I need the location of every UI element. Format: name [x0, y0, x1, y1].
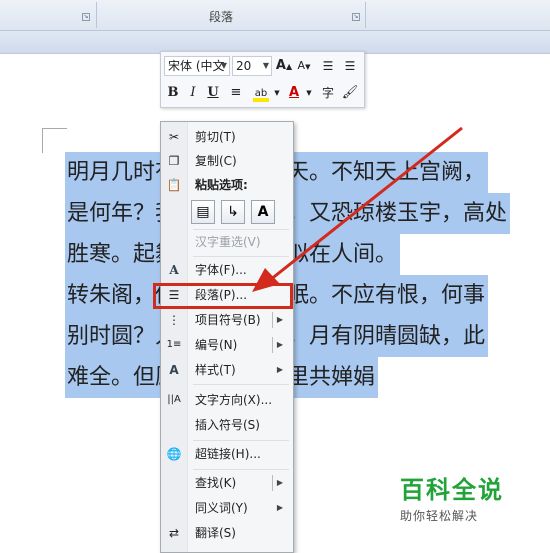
watermark-subtitle: 助你轻松解决 [400, 509, 479, 523]
watermark: 百科全说 助你轻松解决 [400, 470, 520, 524]
annotation-arrow-icon [252, 126, 463, 292]
watermark-title: 百科全说 [400, 476, 504, 504]
